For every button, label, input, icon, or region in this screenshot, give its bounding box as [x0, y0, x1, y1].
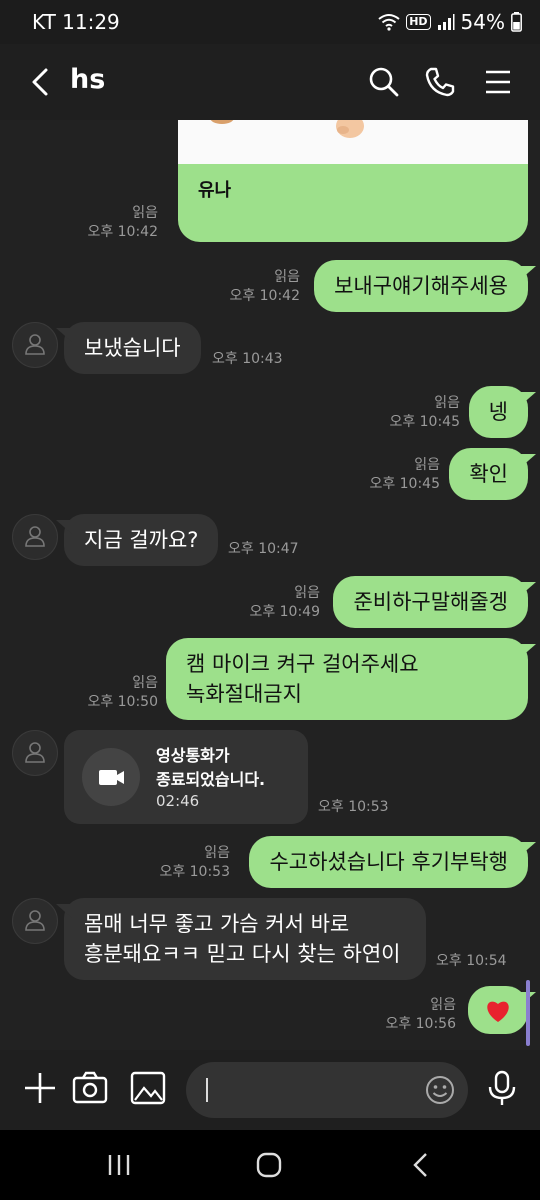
message-meta: 읽음 오후 10:45	[389, 394, 460, 432]
battery-icon	[511, 12, 522, 32]
timestamp: 오후 10:53	[318, 799, 389, 815]
back-nav-icon[interactable]	[406, 1150, 436, 1180]
status-bar: KT 11:29 HD 54%	[0, 0, 540, 44]
their-message[interactable]: 보냈습니다	[56, 322, 201, 374]
text-cursor	[206, 1078, 208, 1102]
carrier-time: KT 11:29	[32, 10, 120, 34]
avatar[interactable]	[12, 730, 58, 776]
read-status: 읽음	[294, 585, 320, 601]
read-status: 읽음	[414, 457, 440, 473]
card-meta: 읽음 오후 10:42	[87, 204, 158, 242]
person-icon	[25, 334, 45, 355]
person-icon	[25, 742, 45, 763]
message-meta: 읽음 오후 10:42	[229, 268, 300, 306]
plus-icon[interactable]	[20, 1068, 60, 1108]
my-message[interactable]: 확인	[449, 448, 536, 500]
my-message[interactable]: 넹	[468, 386, 537, 438]
avatar[interactable]	[12, 514, 58, 560]
recent-apps-icon[interactable]	[104, 1150, 134, 1180]
card-image	[178, 120, 528, 164]
phone-icon[interactable]	[420, 62, 460, 102]
menu-icon[interactable]	[478, 62, 518, 102]
message-meta: 읽음 오후 10:49	[249, 584, 320, 622]
status-icons: HD 54%	[378, 10, 522, 34]
message-meta: 읽음 오후 10:45	[369, 456, 440, 494]
hd-badge: HD	[406, 14, 431, 30]
chat-header: hs	[0, 44, 540, 120]
signal-icon	[437, 14, 455, 30]
message-meta: 읽음 오후 10:50	[87, 674, 158, 712]
read-status: 읽음	[204, 845, 230, 861]
timestamp: 오후 10:42	[87, 224, 158, 240]
timestamp: 오후 10:56	[385, 1016, 456, 1032]
message-line: 녹화절대금지	[186, 682, 302, 706]
emoji-icon[interactable]	[424, 1074, 456, 1106]
home-icon[interactable]	[254, 1150, 284, 1180]
mic-icon[interactable]	[482, 1068, 522, 1108]
battery-percent: 54%	[460, 10, 505, 34]
wifi-icon	[378, 14, 400, 31]
gallery-icon[interactable]	[128, 1068, 168, 1108]
timestamp: 오후 10:50	[87, 694, 158, 710]
message-meta: 읽음 오후 10:56	[385, 996, 456, 1034]
my-message[interactable]: 캠 마이크 켜구 걸어주세요 녹화절대금지	[166, 638, 536, 720]
chat-messages[interactable]: 유나 읽음 오후 10:42 읽음 오후 10:42 보내구얘기해주세용 보냈습…	[0, 120, 540, 1050]
system-nav-bar	[0, 1130, 540, 1200]
message-meta: 읽음 오후 10:53	[159, 844, 230, 882]
call-status: 영상통화가 종료되었습니다.	[156, 744, 265, 792]
my-message[interactable]: 보내구얘기해주세용	[314, 260, 536, 312]
video-call-ended[interactable]: 영상통화가 종료되었습니다. 02:46	[64, 730, 308, 824]
timestamp: 오후 10:45	[369, 476, 440, 492]
shared-card[interactable]: 유나	[178, 120, 528, 242]
heart-icon	[487, 1001, 509, 1022]
timestamp: 오후 10:54	[436, 953, 507, 969]
scrollbar[interactable]	[526, 980, 530, 1046]
message-input-bar	[0, 1050, 540, 1130]
my-message[interactable]: ❤️	[468, 986, 536, 1034]
avatar[interactable]	[12, 322, 58, 368]
person-icon	[25, 526, 45, 547]
call-status-line: 종료되었습니다.	[156, 770, 266, 789]
card-illustration	[210, 120, 364, 138]
their-message[interactable]: 몸매 너무 좋고 가슴 커서 바로 흥분돼요ㅋㅋ 믿고 다시 찾는 하연이	[56, 898, 426, 980]
call-status-line: 영상통화가	[156, 746, 230, 765]
timestamp: 오후 10:42	[229, 288, 300, 304]
message-line: 흥분돼요ㅋㅋ 믿고 다시 찾는 하연이	[84, 942, 401, 966]
timestamp: 오후 10:47	[228, 541, 299, 557]
my-message[interactable]: 준비하구말해줄겡	[333, 576, 536, 628]
call-duration: 02:46	[156, 792, 200, 810]
read-status: 읽음	[434, 395, 460, 411]
read-status: 읽음	[132, 205, 158, 221]
timestamp: 오후 10:49	[249, 604, 320, 620]
message-line: 몸매 너무 좋고 가슴 커서 바로	[84, 912, 350, 936]
timestamp: 오후 10:45	[389, 414, 460, 430]
read-status: 읽음	[274, 269, 300, 285]
video-icon	[82, 748, 140, 806]
chat-title[interactable]: hs	[70, 64, 105, 95]
message-input[interactable]	[186, 1062, 468, 1118]
their-message[interactable]: 지금 걸까요?	[55, 514, 219, 566]
avatar[interactable]	[12, 898, 58, 944]
read-status: 읽음	[430, 997, 456, 1013]
person-icon	[25, 910, 45, 931]
timestamp: 오후 10:53	[159, 864, 230, 880]
camera-icon[interactable]	[70, 1068, 110, 1108]
search-icon[interactable]	[364, 62, 404, 102]
my-message[interactable]: 수고하셨습니다 후기부탁행	[249, 836, 536, 888]
card-label: 유나	[198, 180, 232, 201]
message-line: 캠 마이크 켜구 걸어주세요	[186, 652, 419, 676]
read-status: 읽음	[132, 675, 158, 691]
timestamp: 오후 10:43	[212, 351, 283, 367]
back-icon[interactable]	[26, 62, 58, 102]
